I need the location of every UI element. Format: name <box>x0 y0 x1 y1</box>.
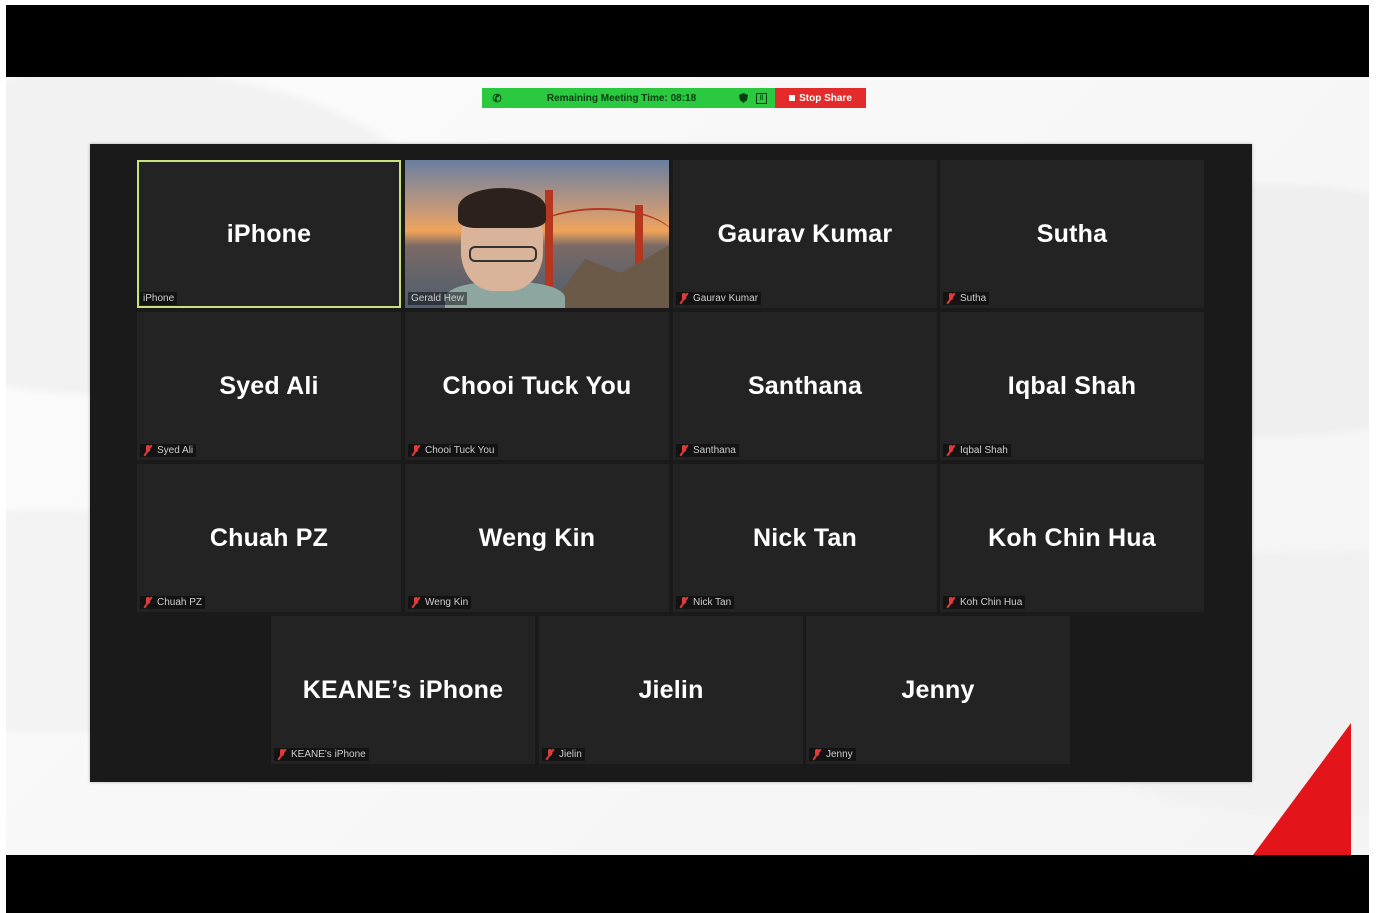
participant-display-name: Gaurav Kumar <box>717 220 893 248</box>
participant-label-text: KEANE's iPhone <box>291 749 366 760</box>
participant-video <box>405 160 669 308</box>
mic-muted-icon <box>143 597 153 608</box>
participant-label-text: Weng Kin <box>425 597 469 608</box>
bottom-letterbox <box>6 855 1369 913</box>
mic-muted-icon <box>143 445 153 456</box>
participant-name-label: Chuah PZ <box>140 596 206 609</box>
mic-muted-icon <box>679 445 689 456</box>
participant-label-text: Syed Ali <box>157 445 194 456</box>
participant-name-label: Syed Ali <box>140 444 197 457</box>
participant-label-text: Iqbal Shah <box>960 445 1008 456</box>
person-hair <box>458 188 546 228</box>
participant-label-text: Jielin <box>559 749 582 760</box>
participant-tile[interactable]: Nick Tan Nick Tan <box>673 464 937 612</box>
stop-share-label: Stop Share <box>799 92 852 104</box>
participant-name-label: Jenny <box>809 748 856 761</box>
participant-display-name: Koh Chin Hua <box>988 524 1156 552</box>
participant-label-text: Nick Tan <box>693 597 732 608</box>
red-corner-accent <box>1253 723 1351 855</box>
participant-name-label: Iqbal Shah <box>943 444 1011 457</box>
mic-muted-icon <box>946 597 956 608</box>
participant-label-text: Chooi Tuck You <box>425 445 495 456</box>
participant-display-name: Chooi Tuck You <box>442 372 632 400</box>
participant-name-label: Gaurav Kumar <box>676 292 762 305</box>
participant-name-label: Jielin <box>542 748 585 761</box>
participant-display-name: Sutha <box>1036 220 1108 248</box>
participant-tile[interactable]: KEANE’s iPhone KEANE's iPhone <box>271 616 535 764</box>
participant-name-label: KEANE's iPhone <box>274 748 369 761</box>
shield-icon[interactable] <box>739 93 748 103</box>
participant-display-name: Nick Tan <box>753 524 857 552</box>
person-glasses <box>469 246 537 262</box>
participant-label-text: Gaurav Kumar <box>693 293 759 304</box>
participant-label-text: Santhana <box>693 445 736 456</box>
participant-display-name: Weng Kin <box>478 524 596 552</box>
participant-display-name: iPhone <box>226 220 312 248</box>
participant-display-name: Iqbal Shah <box>1007 372 1137 400</box>
participant-name-label: Weng Kin <box>408 596 472 609</box>
participant-tile[interactable]: Jenny Jenny <box>806 616 1070 764</box>
participant-tile[interactable]: Weng Kin Weng Kin <box>405 464 669 612</box>
participant-label-text: Sutha <box>960 293 987 304</box>
participant-tile[interactable]: Chuah PZ Chuah PZ <box>137 464 401 612</box>
participant-display-name: Jielin <box>638 676 704 704</box>
stop-share-button[interactable]: Stop Share <box>775 88 866 108</box>
participant-tile[interactable]: Chooi Tuck You Chooi Tuck You <box>405 312 669 460</box>
mic-muted-icon <box>812 749 822 760</box>
mic-muted-icon <box>545 749 555 760</box>
mic-muted-icon <box>411 597 421 608</box>
mic-muted-icon <box>411 445 421 456</box>
meeting-status-bar: ✆ Remaining Meeting Time: 08:18 ‖ <box>482 88 775 108</box>
participant-label-text: Gerald Hew <box>411 293 464 304</box>
participant-display-name: Santhana <box>747 372 863 400</box>
participant-name-label: iPhone <box>140 292 178 305</box>
mic-muted-icon <box>679 597 689 608</box>
participant-tile[interactable]: Santhana Santhana <box>673 312 937 460</box>
participant-name-label: Gerald Hew <box>408 292 467 305</box>
participant-label-text: iPhone <box>143 293 175 304</box>
participant-display-name: Syed Ali <box>219 372 319 400</box>
screen-share-toolbar: ✆ Remaining Meeting Time: 08:18 ‖ Stop S… <box>482 88 866 108</box>
participant-label-text: Jenny <box>826 749 853 760</box>
stop-square-icon <box>789 95 796 101</box>
participant-display-name: Chuah PZ <box>209 524 329 552</box>
gallery-view: iPhone iPhone Gerald Hew Gaurav Kumar Ga… <box>90 144 1252 782</box>
participant-name-label: Santhana <box>676 444 739 457</box>
participant-tile[interactable]: iPhone iPhone <box>137 160 401 308</box>
top-letterbox <box>6 5 1369 77</box>
phone-icon[interactable]: ✆ <box>490 92 504 105</box>
participant-tile[interactable]: Syed Ali Syed Ali <box>137 312 401 460</box>
pause-icon[interactable]: ‖ <box>756 92 767 104</box>
participant-video-tile[interactable]: Gerald Hew <box>405 160 669 308</box>
remaining-time-text: Remaining Meeting Time: 08:18 <box>546 92 697 104</box>
participant-name-label: Chooi Tuck You <box>408 444 498 457</box>
participant-tile[interactable]: Koh Chin Hua Koh Chin Hua <box>940 464 1204 612</box>
participant-name-label: Sutha <box>943 292 990 305</box>
participant-tile[interactable]: Iqbal Shah Iqbal Shah <box>940 312 1204 460</box>
participant-label-text: Koh Chin Hua <box>960 597 1023 608</box>
participant-name-label: Koh Chin Hua <box>943 596 1026 609</box>
mic-muted-icon <box>277 749 287 760</box>
participant-name-label: Nick Tan <box>676 596 735 609</box>
mic-muted-icon <box>679 293 689 304</box>
participant-tile[interactable]: Gaurav Kumar Gaurav Kumar <box>673 160 937 308</box>
participant-label-text: Chuah PZ <box>157 597 203 608</box>
participant-display-name: KEANE’s iPhone <box>302 676 504 704</box>
mic-muted-icon <box>946 293 956 304</box>
participant-tile[interactable]: Jielin Jielin <box>539 616 803 764</box>
participant-display-name: Jenny <box>901 676 975 704</box>
mic-muted-icon <box>946 445 956 456</box>
participant-tile[interactable]: Sutha Sutha <box>940 160 1204 308</box>
